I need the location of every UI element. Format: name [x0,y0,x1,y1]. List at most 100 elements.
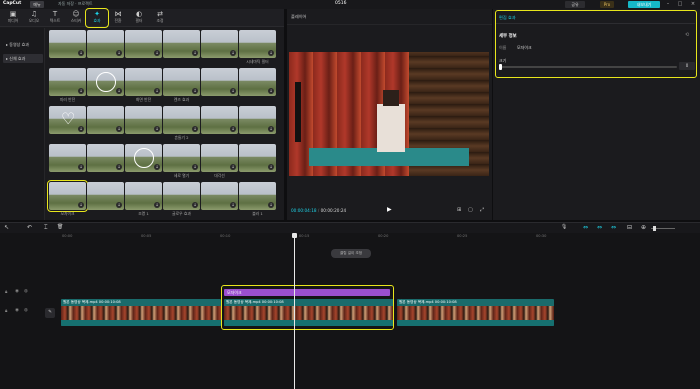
download-icon[interactable]: ↓ [78,50,84,56]
eye-icon[interactable]: ◉ [15,289,19,294]
tab-edit-effect[interactable]: 편집 효과 [499,15,516,21]
download-icon[interactable]: ↓ [268,88,274,94]
download-icon[interactable]: ↓ [116,164,122,170]
download-icon[interactable]: ↓ [78,88,84,94]
audio-icon[interactable]: ◍ [24,289,28,294]
split-icon[interactable]: ⌶ [44,224,48,232]
effect-thumbnail[interactable]: ↓ [163,68,200,96]
effect-thumbnail[interactable]: ↓ [125,30,162,58]
link-icon[interactable]: ⇔ [597,224,602,231]
effect-tile[interactable]: ↓ [87,106,124,142]
download-icon[interactable]: ↓ [268,202,274,208]
video-clip[interactable]: 원본 동영상 복제.mp4 00:00:10:08 [397,299,554,326]
zoom-fit-icon[interactable]: ⊟ [627,224,632,231]
effect-tile[interactable]: ↓ 모자이크 [47,180,88,218]
effect-tile[interactable]: ↓ 블러 1 [239,182,276,218]
effect-tile[interactable]: ↓ 미러 반전 [49,68,86,104]
size-value-input[interactable]: 0 [679,62,695,70]
effect-thumbnail[interactable]: ↓ [49,144,86,172]
effect-thumbnail[interactable]: ↓ [239,144,276,172]
download-icon[interactable]: ↓ [154,202,160,208]
size-slider-knob[interactable] [499,64,502,70]
download-icon[interactable]: ↓ [230,164,236,170]
effect-tile[interactable]: ↓ 시네마틱 필터 [239,30,276,66]
download-icon[interactable]: ↓ [154,126,160,132]
effect-tile[interactable]: ↓ [125,30,162,66]
effect-thumbnail[interactable]: ↓ [163,30,200,58]
ratio-icon[interactable]: ⊞ [457,207,461,213]
close-button[interactable]: × [688,0,698,9]
effect-thumbnail[interactable]: ↓ [125,144,162,172]
tab-7[interactable]: ⇄ 조정 [150,10,170,26]
download-icon[interactable]: ↓ [78,126,84,132]
minimize-button[interactable]: – [663,0,673,9]
download-icon[interactable]: ↓ [192,126,198,132]
download-icon[interactable]: ↓ [78,202,84,208]
effect-tile[interactable]: ↓ [239,144,276,180]
download-icon[interactable]: ↓ [154,88,160,94]
zoom-icon[interactable]: ⊕ [641,224,646,231]
crop-icon[interactable]: ▢ [468,207,473,213]
effect-tile[interactable]: ↓ [87,144,124,180]
share-button[interactable]: 공유 [565,1,585,8]
tab-0[interactable]: ▣ 미디어 [3,10,23,26]
menu-button[interactable]: 메뉴 [30,1,44,8]
download-icon[interactable]: ↓ [230,126,236,132]
effect-thumbnail[interactable]: ↓ [87,144,124,172]
sidebar-item-body-effects[interactable]: ▸ 신체 효과 [3,54,43,63]
effect-tile[interactable]: ↓ 흔들기 2 [163,106,200,142]
effect-thumbnail[interactable]: ↓ [125,182,162,210]
eye-icon[interactable]: ◉ [15,308,19,313]
zoom-slider-knob[interactable] [653,226,656,231]
effect-tile[interactable]: ↓ [239,106,276,142]
download-icon[interactable]: ↓ [268,126,274,132]
download-icon[interactable]: ↓ [116,126,122,132]
effect-thumbnail[interactable]: ↓ [239,182,276,210]
effect-tile[interactable]: ↓ 세로 열기 [163,144,200,180]
download-icon[interactable]: ↓ [78,164,84,170]
size-slider[interactable] [499,66,677,68]
effect-tile[interactable]: ↓ [201,106,238,142]
play-icon[interactable]: ▶ [387,206,392,213]
preview-axis-icon[interactable]: ⇔ [611,224,616,231]
sidebar-item-video-effects[interactable]: ▸ 동영상 효과 [3,40,43,49]
effect-tile[interactable]: ↓ 화면 반전 [125,68,162,104]
effect-tile[interactable]: ↓ [125,106,162,142]
delete-icon[interactable]: 🗑 [57,224,63,230]
effect-thumbnail[interactable]: ↓ [125,68,162,96]
effect-tile[interactable]: ↓ 조명 1 [125,182,162,218]
effect-thumbnail[interactable]: ↓ [49,30,86,58]
effect-thumbnail[interactable]: ↓ [201,68,238,96]
download-icon[interactable]: ↓ [268,50,274,56]
snap-icon[interactable]: ⇔ [583,224,588,231]
effect-tile[interactable]: ↓ [49,144,86,180]
effect-thumbnail[interactable]: ↓ [87,106,124,134]
video-preview[interactable] [289,52,489,176]
effect-tile[interactable]: ↓ [87,182,124,218]
fullscreen-icon[interactable]: ⤢ [480,207,484,213]
effect-tile[interactable]: ↓ [87,68,124,104]
cover-edit-icon[interactable]: ✎ [45,308,55,318]
lock-icon[interactable]: 🔒︎ [5,289,7,295]
time-ruler[interactable]: 00:00 00:05 00:10 00:15 00:20 00:25 00:30 [58,233,700,241]
effect-thumbnail[interactable]: ↓ [201,106,238,134]
select-tool-icon[interactable]: ↖ [4,224,9,231]
audio-icon[interactable]: ◍ [24,308,28,313]
lock-icon[interactable]: 🔒︎ [5,308,7,314]
download-icon[interactable]: ↓ [192,164,198,170]
undo-icon[interactable]: ↶ [27,224,32,231]
tab-6[interactable]: ◐ 필터 [129,10,149,26]
effect-tile[interactable]: ↓ 대각선 [201,144,238,180]
effect-thumbnail[interactable]: ↓ [201,182,238,210]
download-icon[interactable]: ↓ [268,164,274,170]
effect-tile[interactable]: ↓ [125,144,162,180]
download-icon[interactable]: ↓ [230,88,236,94]
download-icon[interactable]: ↓ [116,88,122,94]
effect-tile[interactable]: ↓ [87,30,124,66]
tab-4[interactable]: ✦ 효과 [85,8,109,28]
effect-tile[interactable]: ↓ [49,30,86,66]
effect-thumbnail[interactable]: ↓ [239,68,276,96]
effect-thumbnail[interactable]: ↓ [87,30,124,58]
effect-thumbnail[interactable]: ↓ [49,68,86,96]
download-icon[interactable]: ↓ [192,88,198,94]
